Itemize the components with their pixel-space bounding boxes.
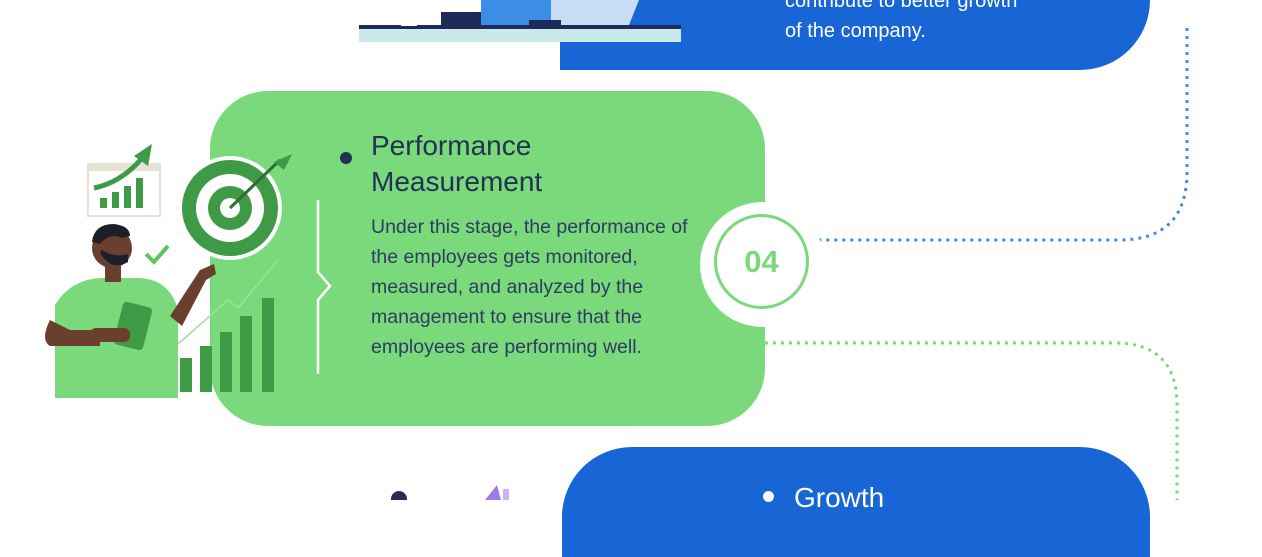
growth-illustration	[391, 485, 509, 500]
stage-description: Under this stage, the performance of the…	[371, 216, 688, 358]
stage-number-badge: 04	[714, 214, 809, 309]
bracket-divider	[316, 200, 332, 374]
next-stage-title: Growth	[794, 482, 885, 513]
performance-illustration	[45, 144, 292, 398]
previous-stage-text-line: of the company.	[785, 20, 926, 42]
stage-title: Performance Measurement	[371, 130, 543, 197]
next-stage-bullet	[763, 491, 774, 502]
checkmark-icon	[144, 244, 170, 265]
title-bullet	[340, 152, 352, 164]
previous-stage-text: contribute to better growth of the compa…	[785, 0, 1115, 46]
desk-illustration	[359, 0, 681, 42]
previous-stage-text-partial: contribute to better growth	[785, 0, 1018, 12]
bar-chart-icon	[87, 144, 161, 217]
target-icon	[178, 154, 292, 260]
